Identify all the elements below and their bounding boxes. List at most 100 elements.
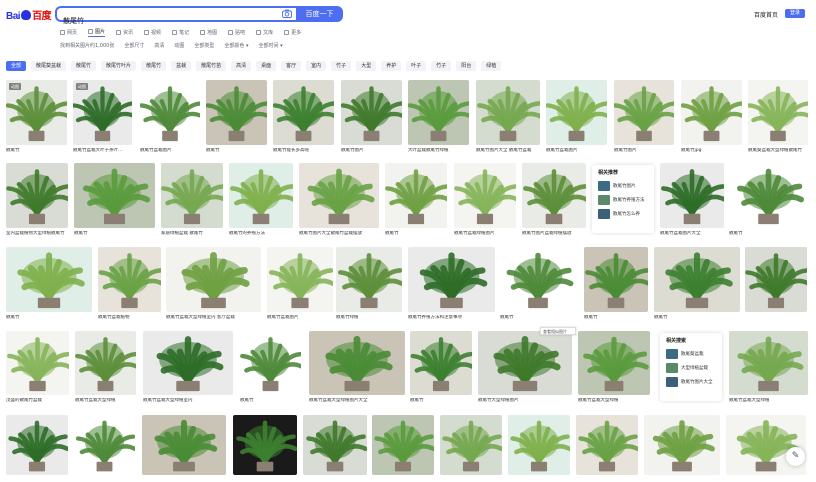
image-thumbnail[interactable] [654,247,740,312]
image-caption[interactable]: 散尾竹图片盆栽绿植摆放 [522,231,586,237]
image-caption[interactable]: 散尾竹盆栽大型绿植图片大全 [309,398,405,404]
image-thumbnail[interactable] [385,163,447,228]
image-thumbnail[interactable] [143,331,233,395]
image-caption[interactable]: 散尾竹绿植 [336,315,402,321]
image-caption[interactable]: 散尾竹 [385,231,447,237]
image-grid: 动图 散尾竹 动图 散尾竹盆栽大叶子茶叶... 散尾竹盆栽图片 散尾竹 散尾竹能长多高呢 散尾… [0,0,816,482]
image-caption[interactable]: 散尾竹大型绿植图片 [478,398,572,404]
image-caption[interactable]: 散尾竹 [6,315,92,321]
image-thumbnail[interactable] [372,415,434,475]
image-caption[interactable]: 散尾竹 [410,398,472,404]
image-thumbnail[interactable] [6,415,68,475]
similar-tooltip[interactable]: 查看相似图片 [540,327,576,335]
image-caption[interactable]: 大叶盆栽散尾竹绿植 [408,148,469,154]
image-thumbnail[interactable] [478,331,572,395]
image-caption[interactable]: 散尾竹盆栽植物 [98,315,161,321]
image-caption[interactable]: 散尾竹盆栽大型绿植 [75,398,136,404]
image-caption[interactable]: 散尾竹 [584,315,648,321]
related-item[interactable]: 散尾竹图片 [598,180,648,192]
image-caption[interactable]: 散尾竹 [240,398,301,404]
image-thumbnail[interactable] [660,163,724,228]
image-caption[interactable]: 散尾竹的养殖方法 [229,231,293,237]
image-caption[interactable]: 散尾竹盆栽大叶子茶叶... [73,148,132,154]
image-thumbnail[interactable] [681,80,742,145]
image-caption[interactable]: 散尾竹 [74,231,155,237]
image-thumbnail[interactable] [476,80,540,145]
image-thumbnail[interactable] [584,247,648,312]
image-caption[interactable]: 散尾竹盆栽绿植图片 [454,231,516,237]
image-caption[interactable]: 散尾竹盆栽大型绿植 [578,398,650,404]
image-caption[interactable]: 散尾竹盆栽大型绿植室内 客厅盆栽 [166,315,261,321]
image-thumbnail[interactable] [206,80,267,145]
image-thumbnail[interactable] [74,163,155,228]
image-thumbnail[interactable] [6,247,92,312]
related-item[interactable]: 散尾竹怎么养 [598,208,648,220]
image-thumbnail[interactable] [166,247,261,312]
image-thumbnail[interactable] [6,163,68,228]
image-thumbnail[interactable] [6,331,69,395]
image-thumbnail[interactable] [522,163,586,228]
image-thumbnail[interactable] [273,80,334,145]
image-thumbnail[interactable] [75,331,136,395]
image-thumbnail[interactable] [299,163,379,228]
image-caption[interactable]: 散尾竹 [500,315,576,321]
image-caption[interactable]: 散尾竹养殖方法和注意事项 [408,315,495,321]
related-item[interactable]: 大型绿植盆栽 [666,362,716,374]
image-thumbnail[interactable] [74,415,135,475]
image-caption[interactable]: 散尾竹图片大全 散尾竹盆栽 [476,148,540,154]
image-thumbnail[interactable] [726,415,806,475]
image-thumbnail[interactable] [500,247,576,312]
image-caption[interactable]: 散尾竹盆栽图片 [140,148,200,154]
image-thumbnail[interactable] [240,331,301,395]
image-caption[interactable]: 家居绿植盆栽 散尾竹 [161,231,223,237]
image-thumbnail[interactable] [745,247,807,312]
related-item[interactable]: 散尾竹图片大全 [666,376,716,388]
image-thumbnail[interactable] [408,247,495,312]
image-thumbnail[interactable] [729,331,808,395]
image-caption[interactable]: 散尾竹 [654,315,740,321]
image-thumbnail[interactable] [454,163,516,228]
image-thumbnail[interactable] [508,415,570,475]
image-caption[interactable]: 茂盛的散尾竹盆栽 [6,398,69,404]
image-caption[interactable]: 散尾葵盆栽大型绿植散尾竹 [748,148,808,154]
image-caption[interactable]: 散尾竹 [729,231,808,237]
image-thumbnail[interactable] [644,415,720,475]
image-thumbnail[interactable] [410,331,472,395]
related-item[interactable]: 散尾竹养殖方法 [598,194,648,206]
image-caption[interactable]: 散尾竹盆栽图片大全 [660,231,724,237]
image-thumbnail[interactable] [98,247,161,312]
image-caption[interactable]: 散尾竹 [206,148,267,154]
image-thumbnail[interactable] [303,415,367,475]
image-thumbnail[interactable] [576,415,638,475]
image-caption[interactable]: 室内盆栽植物大型绿植散尾竹 [6,231,68,237]
related-item[interactable]: 散尾葵盆栽 [666,348,716,360]
image-caption[interactable]: 散尾竹图片 [614,148,674,154]
image-thumbnail[interactable] [341,80,402,145]
image-thumbnail[interactable] [161,163,223,228]
image-thumbnail[interactable] [614,80,674,145]
related-label: 散尾竹图片 [613,184,636,189]
image-caption[interactable]: 散尾竹盆栽图片 [267,315,333,321]
image-thumbnail[interactable] [229,163,293,228]
image-caption[interactable]: 散尾竹盆栽大型绿植室内 [143,398,233,404]
image-thumbnail[interactable] [440,415,502,475]
image-caption[interactable]: 散尾竹能长多高呢 [273,148,334,154]
image-caption[interactable]: 散尾竹jpg [681,148,742,154]
image-caption[interactable]: 散尾竹盆栽图片 [546,148,607,154]
image-thumbnail[interactable] [546,80,607,145]
image-thumbnail[interactable] [748,80,808,145]
image-caption[interactable]: 散尾竹图片大全散尾竹盆栽摆放 [299,231,379,237]
image-thumbnail[interactable] [233,415,297,475]
image-thumbnail[interactable] [336,247,402,312]
image-thumbnail[interactable] [142,415,226,475]
image-thumbnail[interactable] [140,80,200,145]
image-thumbnail[interactable] [578,331,650,395]
image-thumbnail[interactable] [729,163,808,228]
image-thumbnail[interactable] [309,331,405,395]
image-caption[interactable]: 散尾竹 [6,148,67,154]
image-caption[interactable]: 散尾竹盆栽大型绿植 [729,398,808,404]
image-thumbnail[interactable] [267,247,333,312]
image-caption[interactable]: 散尾竹图片 [341,148,402,154]
feedback-button[interactable]: ✎ [786,447,805,466]
image-thumbnail[interactable] [408,80,469,145]
